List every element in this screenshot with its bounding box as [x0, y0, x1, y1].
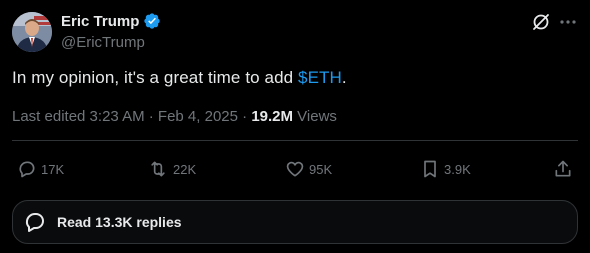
- author-handle[interactable]: @EricTrump: [61, 34, 145, 51]
- more-icon: [560, 20, 576, 24]
- bookmark-count: 3.9K: [444, 161, 471, 177]
- grok-button[interactable]: [531, 12, 551, 32]
- chat-bubble-icon: [25, 212, 44, 232]
- views-count: 19.2M: [251, 108, 294, 125]
- divider: [12, 140, 578, 141]
- retweet-button[interactable]: 22K: [147, 158, 196, 180]
- retweet-count: 22K: [173, 161, 197, 177]
- retweet-icon: [151, 161, 165, 177]
- reply-icon: [19, 161, 35, 178]
- reply-count: 17K: [41, 161, 65, 177]
- read-replies-label: Read 13.3K replies: [57, 214, 182, 230]
- tweet-text-prefix: In my opinion, it's a great time to add: [12, 68, 299, 87]
- edited-timestamp[interactable]: Last edited 3:23 AM · Feb 4, 2025 ·: [12, 108, 251, 125]
- avatar[interactable]: [12, 12, 52, 52]
- share-icon: [555, 160, 571, 177]
- bookmark-icon: [424, 160, 436, 178]
- bookmark-button[interactable]: 3.9K: [420, 158, 471, 180]
- verified-badge-icon: [143, 12, 161, 30]
- tweet-meta: Last edited 3:23 AM · Feb 4, 2025 · 19.2…: [12, 108, 337, 125]
- like-button[interactable]: 95K: [285, 158, 332, 180]
- profile-photo-icon: [12, 12, 52, 52]
- share-button[interactable]: [553, 158, 573, 180]
- read-replies-button[interactable]: Read 13.3K replies: [12, 200, 578, 244]
- more-options-button[interactable]: [558, 12, 578, 32]
- heart-icon: [286, 161, 304, 177]
- author-display-name[interactable]: Eric Trump: [61, 13, 139, 30]
- author-name-row: Eric Trump: [61, 12, 161, 30]
- reply-button[interactable]: 17K: [17, 158, 64, 180]
- views-label: Views: [293, 108, 337, 125]
- grok-icon: [533, 14, 549, 30]
- tweet-text: In my opinion, it's a great time to add …: [12, 68, 347, 88]
- cashtag-link[interactable]: $ETH: [298, 68, 342, 87]
- tweet-text-suffix: .: [341, 68, 347, 87]
- like-count: 95K: [309, 161, 333, 177]
- tweet-card: Eric Trump @EricTrump In my opinion, it'…: [0, 0, 590, 253]
